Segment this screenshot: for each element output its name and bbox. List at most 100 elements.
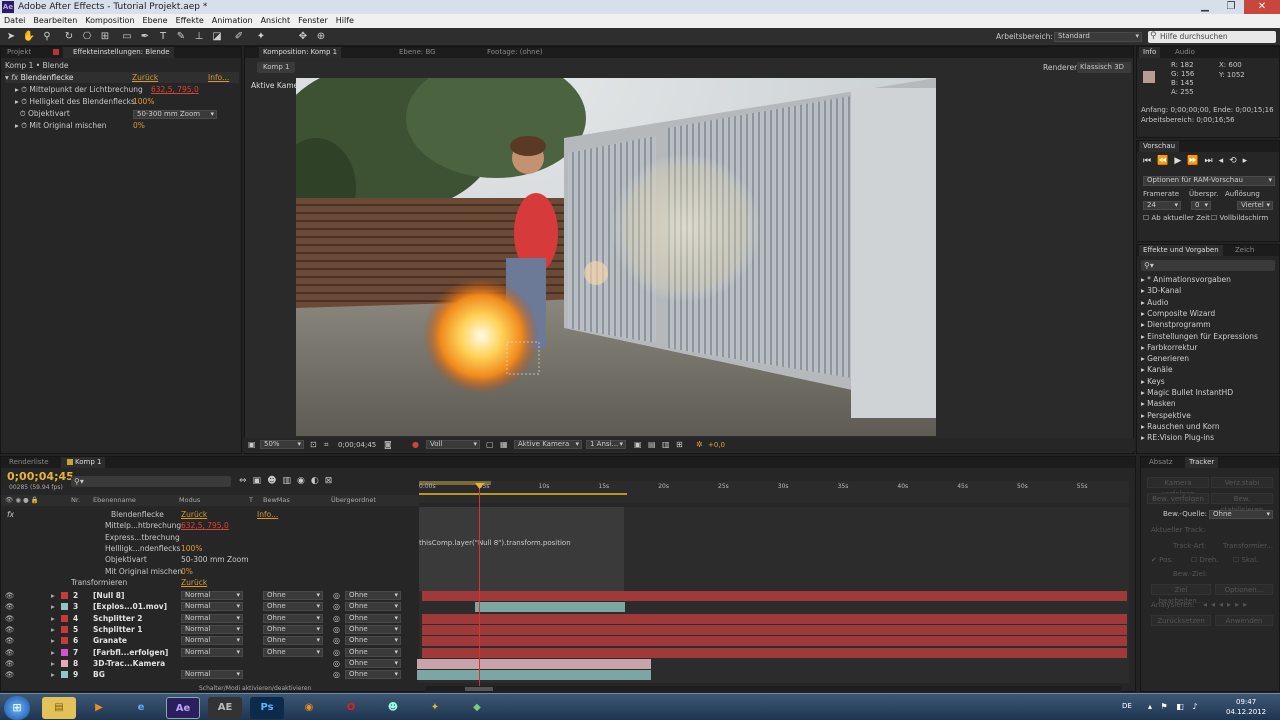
reset-link[interactable]: Zurück xyxy=(132,72,158,83)
tab-footage[interactable]: Footage: (ohne) xyxy=(483,47,547,58)
pen-tool-icon[interactable]: ✒ xyxy=(138,30,152,44)
pickwhip-icon[interactable]: ◎ xyxy=(333,635,340,646)
brainstorm-icon[interactable]: ◐ xyxy=(311,476,325,486)
property-value[interactable]: 632,5, 795,0 xyxy=(181,520,229,531)
blend-mode-select[interactable]: Normal xyxy=(181,591,243,600)
clone-tool-icon[interactable]: ⊥ xyxy=(192,30,206,44)
tray-icons[interactable]: ▴ ⚑ ◧ ♪ xyxy=(1148,702,1200,711)
timeline-icon[interactable]: ▥ xyxy=(662,440,670,449)
expand-triangle-icon[interactable]: ▸ xyxy=(51,658,55,669)
preset-category-item[interactable]: ▸ Kanäle xyxy=(1141,364,1173,375)
motion-blur-icon[interactable]: ◉ xyxy=(297,476,311,486)
renderer-select[interactable]: Klassisch 3D xyxy=(1077,62,1131,73)
menu-ebene[interactable]: Ebene xyxy=(139,14,172,28)
pickwhip-icon[interactable]: ◎ xyxy=(333,658,340,669)
skip-input[interactable]: 0 xyxy=(1191,201,1211,210)
timeline-effect-row[interactable]: Transformieren xyxy=(71,577,127,588)
expand-triangle-icon[interactable]: ▸ xyxy=(51,647,55,658)
hide-shy-icon[interactable]: ☻ xyxy=(267,476,282,486)
always-preview-icon[interactable]: ▣ xyxy=(248,440,256,449)
preset-category-item[interactable]: ▸ Masken xyxy=(1141,398,1176,409)
menu-fenster[interactable]: Fenster xyxy=(294,14,332,28)
track-matte-select[interactable]: Ohne xyxy=(263,647,323,657)
rotation-checkbox[interactable]: ☐ Dreh. xyxy=(1191,555,1219,566)
label-color-chip[interactable] xyxy=(61,625,68,633)
toggle-switches-modes[interactable]: Schalter/Modi aktivieren/deaktivieren xyxy=(199,685,311,692)
layer-name[interactable]: [Explos...01.mov] xyxy=(93,601,167,612)
timeline-effect-row[interactable]: Mittelp...htbrechung xyxy=(105,520,181,531)
timeline-effect-row[interactable]: Mit Original mischen xyxy=(105,566,182,577)
expand-triangle-icon[interactable]: ▸ xyxy=(51,669,55,680)
comp-nav-tab[interactable]: Komp 1 xyxy=(257,62,296,73)
tab-layer[interactable]: Ebene: BG xyxy=(395,47,440,58)
preset-category-item[interactable]: ▸ Perspektive xyxy=(1141,410,1191,421)
analyze-forward-icon[interactable]: ▸▸ xyxy=(1235,600,1251,609)
layer-name[interactable]: [Farbfl...erfolgen] xyxy=(93,647,168,658)
timeline-timecode[interactable]: 0;00;04;45 xyxy=(7,470,74,483)
visibility-eye-icon[interactable]: 👁 xyxy=(5,590,15,601)
ram-preview-options[interactable]: Optionen für RAM-Vorschau xyxy=(1143,176,1275,186)
analyze-forward-one-icon[interactable]: ▸ xyxy=(1227,600,1235,609)
local-axis-icon[interactable]: ✥ xyxy=(296,30,310,44)
track-matte-select[interactable]: Ohne xyxy=(263,602,323,612)
ram-preview-icon[interactable]: ▸ xyxy=(1243,156,1254,166)
effect-header-row[interactable]: ▾ fx Blendenflecke Zurück Info... xyxy=(5,72,239,83)
timeline-effect-row[interactable]: Blendenflecke xyxy=(111,509,164,520)
reset-button[interactable]: Zurücksetzen xyxy=(1151,615,1211,626)
resolution-select[interactable]: Viertel xyxy=(1237,201,1273,210)
timeline-search-input[interactable]: ⚲▾ xyxy=(71,476,231,487)
analyze-back-icon[interactable]: ◂◂ xyxy=(1203,600,1219,609)
tab-paragraph[interactable]: Absatz xyxy=(1145,457,1177,468)
preset-category-item[interactable]: ▸ * Animationsvorgaben xyxy=(1141,274,1231,285)
analyze-back-one-icon[interactable]: ◂ xyxy=(1219,600,1227,609)
pickwhip-icon[interactable]: ◎ xyxy=(333,647,340,658)
roto-brush-icon[interactable]: ✐ xyxy=(232,30,246,44)
tab-effect-controls[interactable]: Effekteinstellungen: Blende xyxy=(63,47,174,58)
composition-mini-flowchart-icon[interactable]: ⇔ xyxy=(239,476,253,486)
preset-category-item[interactable]: ▸ Generieren xyxy=(1141,353,1189,364)
center-value[interactable]: 632,5, 795,0 xyxy=(151,84,199,95)
menu-hilfe[interactable]: Hilfe xyxy=(332,14,358,28)
visibility-eye-icon[interactable]: 👁 xyxy=(5,613,15,624)
explorer-taskbar-icon[interactable]: ▤ xyxy=(42,697,76,719)
zoom-tool-icon[interactable]: ⚲ xyxy=(40,30,54,44)
media-player-taskbar-icon[interactable]: ▶ xyxy=(82,697,116,719)
layer-duration-bar[interactable] xyxy=(417,658,651,669)
track-camera-button[interactable]: Kamera verfolgen xyxy=(1147,477,1209,498)
close-button[interactable]: ✕ xyxy=(1244,0,1280,14)
messenger-taskbar-icon[interactable]: ☻ xyxy=(376,697,410,719)
property-value[interactable]: 50-300 mm Zoom xyxy=(181,554,249,565)
help-search-input[interactable]: Hilfe durchsuchen xyxy=(1148,31,1276,43)
property-value[interactable]: 100% xyxy=(181,543,202,554)
label-color-chip[interactable] xyxy=(61,648,68,656)
fast-preview-icon[interactable]: ▤ xyxy=(648,440,656,449)
photoshop-taskbar-icon[interactable]: Ps xyxy=(250,697,284,719)
layer-duration-bar[interactable] xyxy=(422,624,1127,635)
tab-info[interactable]: Info xyxy=(1139,47,1161,58)
timeline-effect-row[interactable]: Express...tbrechung xyxy=(105,532,180,543)
label-color-chip[interactable] xyxy=(61,614,68,622)
position-checkbox[interactable]: ✔ Pos. xyxy=(1151,555,1173,566)
preset-category-item[interactable]: ▸ RE:Vision Plug-ins xyxy=(1141,432,1214,443)
work-area-range[interactable] xyxy=(419,493,627,495)
tab-tracker[interactable]: Tracker xyxy=(1185,457,1219,468)
playhead[interactable] xyxy=(479,483,480,687)
opera-taskbar-icon[interactable]: O xyxy=(334,697,368,719)
loop-icon[interactable]: ⟲ xyxy=(1229,156,1243,166)
property-value[interactable]: 0% xyxy=(181,566,193,577)
eraser-tool-icon[interactable]: ◪ xyxy=(210,30,224,44)
after-effects-taskbar-icon[interactable]: Ae xyxy=(166,697,200,719)
menu-effekte[interactable]: Effekte xyxy=(172,14,208,28)
layer-name[interactable]: Granate xyxy=(93,635,127,646)
snapshot-icon[interactable]: ◙ xyxy=(384,440,392,449)
property-value[interactable]: Zurück xyxy=(181,509,207,520)
language-indicator[interactable]: DE xyxy=(1122,702,1132,710)
tab-project[interactable]: Projekt xyxy=(3,47,35,58)
label-color-chip[interactable] xyxy=(61,637,68,645)
stabilize-motion-button[interactable]: Bew. stabilisieren xyxy=(1211,493,1273,514)
exposure-icon[interactable]: ✲ xyxy=(696,440,703,449)
lens-type-select[interactable]: 50-300 mm Zoom xyxy=(133,110,217,119)
minimize-button[interactable]: ▁ xyxy=(1192,0,1218,14)
puppet-tool-icon[interactable]: ✦ xyxy=(254,30,268,44)
preset-category-item[interactable]: ▸ 3D-Kanal xyxy=(1141,285,1181,296)
